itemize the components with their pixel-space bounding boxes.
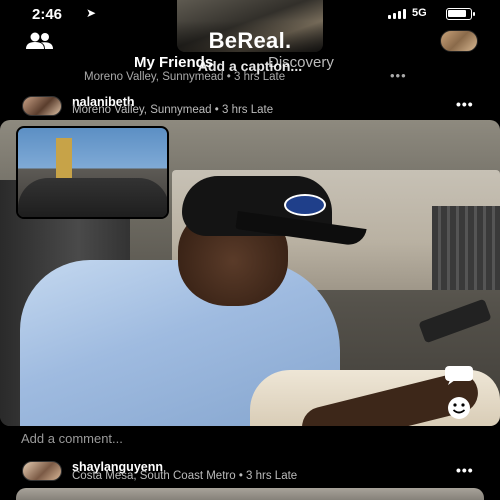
location-arrow-icon: ➤ — [86, 6, 97, 20]
post-secondary-photo[interactable] — [16, 126, 169, 219]
post-location-time: Costa Mesa, South Coast Metro • 3 hrs La… — [72, 470, 298, 482]
own-post-location: Moreno Valley, Sunnymead • 3 hrs Late — [84, 71, 286, 83]
battery-fill — [448, 10, 466, 17]
post-location-time: Moreno Valley, Sunnymead • 3 hrs Late — [72, 104, 274, 116]
comment-bubble-icon[interactable] — [440, 364, 478, 386]
battery-icon — [446, 8, 475, 20]
signal-icon — [388, 9, 406, 19]
photo-cap-logo — [284, 194, 326, 216]
comment-input[interactable] — [21, 430, 321, 446]
post-main-photo[interactable] — [16, 488, 484, 500]
secondary-photo-car — [18, 178, 167, 217]
network-label: 5G — [412, 7, 427, 19]
post-avatar[interactable] — [22, 461, 62, 481]
photo-gate — [432, 206, 500, 290]
post-more-button[interactable]: ••• — [456, 96, 474, 112]
app-title: BeReal. — [208, 28, 292, 53]
status-time: 2:46 — [32, 6, 63, 23]
realmoji-smile-icon[interactable] — [440, 395, 478, 421]
own-post-more-button[interactable]: ••• — [390, 68, 407, 83]
profile-avatar[interactable] — [440, 30, 478, 52]
post-avatar[interactable] — [22, 96, 62, 116]
photo-phone — [418, 298, 492, 344]
post-more-button[interactable]: ••• — [456, 462, 474, 478]
